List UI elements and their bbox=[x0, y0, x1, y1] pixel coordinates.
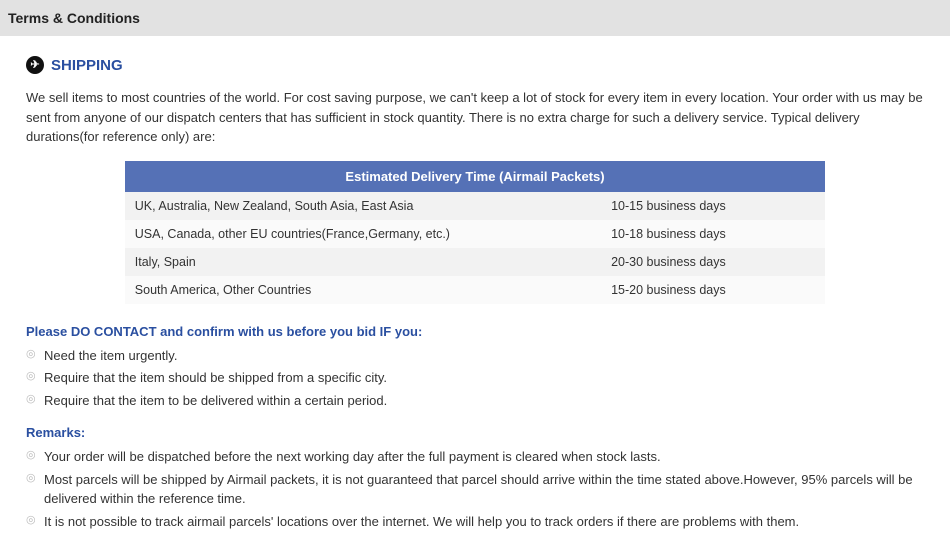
time-cell: 10-18 business days bbox=[601, 220, 825, 248]
contact-heading: Please DO CONTACT and confirm with us be… bbox=[26, 324, 924, 339]
region-cell: Italy, Spain bbox=[125, 248, 601, 276]
list-item: Your order will be dispatched before the… bbox=[26, 448, 924, 467]
region-cell: UK, Australia, New Zealand, South Asia, … bbox=[125, 192, 601, 220]
region-cell: South America, Other Countries bbox=[125, 276, 601, 304]
table-row: Italy, Spain 20-30 business days bbox=[125, 248, 825, 276]
time-cell: 10-15 business days bbox=[601, 192, 825, 220]
table-header: Estimated Delivery Time (Airmail Packets… bbox=[125, 161, 825, 192]
list-item: Most parcels will be shipped by Airmail … bbox=[26, 471, 924, 509]
time-cell: 20-30 business days bbox=[601, 248, 825, 276]
table-row: UK, Australia, New Zealand, South Asia, … bbox=[125, 192, 825, 220]
region-cell: USA, Canada, other EU countries(France,G… bbox=[125, 220, 601, 248]
list-item: Need the item urgently. bbox=[26, 347, 924, 366]
table-row: USA, Canada, other EU countries(France,G… bbox=[125, 220, 825, 248]
table-row: South America, Other Countries 15-20 bus… bbox=[125, 276, 825, 304]
delivery-time-table: Estimated Delivery Time (Airmail Packets… bbox=[125, 161, 825, 304]
remarks-list: Your order will be dispatched before the… bbox=[26, 448, 924, 531]
airplane-icon: ✈ bbox=[26, 56, 44, 74]
list-item: Require that the item should be shipped … bbox=[26, 369, 924, 388]
shipping-section-title: ✈ SHIPPING bbox=[26, 56, 924, 74]
time-cell: 15-20 business days bbox=[601, 276, 825, 304]
shipping-title-text: SHIPPING bbox=[51, 57, 123, 74]
remarks-heading: Remarks: bbox=[26, 425, 924, 440]
page-header: Terms & Conditions bbox=[0, 0, 950, 36]
content-area: ✈ SHIPPING We sell items to most countri… bbox=[0, 36, 950, 555]
list-item: Require that the item to be delivered wi… bbox=[26, 392, 924, 411]
list-item: It is not possible to track airmail parc… bbox=[26, 513, 924, 532]
contact-list: Need the item urgently. Require that the… bbox=[26, 347, 924, 412]
page-title: Terms & Conditions bbox=[8, 10, 140, 26]
shipping-intro: We sell items to most countries of the w… bbox=[26, 88, 924, 147]
